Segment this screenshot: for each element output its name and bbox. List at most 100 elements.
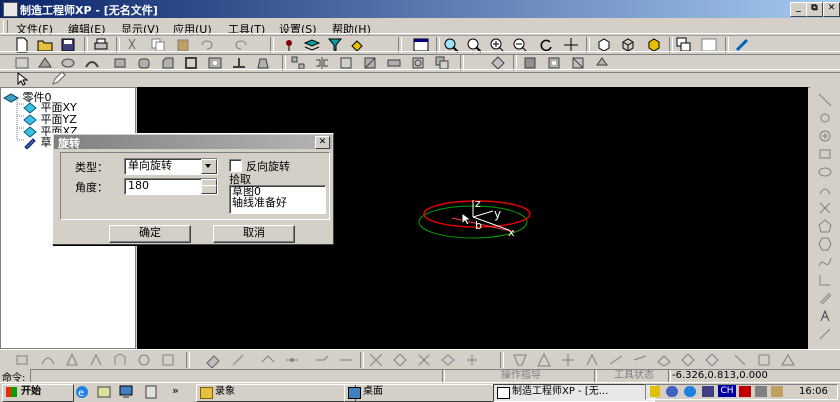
window-title: 制造工程师XP - [无名文件] [20,4,158,17]
surface-icon-2[interactable] [536,352,552,368]
start-button[interactable]: 开始 [2,384,74,402]
network-icon[interactable] [666,386,678,397]
spline-tool-icon[interactable] [818,255,832,269]
quicklaunch-chevron[interactable]: » [172,384,179,397]
transform-icon-4[interactable] [440,352,456,368]
restore-button[interactable]: ⧉ [806,2,823,17]
spin-down-icon[interactable] [201,185,217,194]
title-bar: 制造工程师XP - [无名文件] _ ⧉ ✕ [0,0,840,18]
start-label: 开始 [21,386,41,397]
task-desktop-label: 桌面 [363,386,383,397]
tray-icon-3[interactable] [771,386,783,397]
angle-input[interactable]: 180 [124,178,218,195]
surface-icon-8[interactable] [680,352,696,368]
curve-icon-7[interactable] [160,352,176,368]
chevron-down-icon[interactable] [201,159,217,174]
cross-tool-icon[interactable] [818,201,832,215]
select-arrow-icon[interactable] [14,71,30,87]
reverse-label: 反向旋转 [246,160,290,173]
eraser-icon[interactable] [205,352,221,368]
system-tray: CH 16:06 [645,384,838,400]
rect-tool-icon[interactable] [818,147,832,161]
pick-list[interactable]: 草图0 轴线准备好 [229,185,326,214]
tray-app-icon[interactable] [684,386,696,397]
type-select-value: 单向旋转 [128,159,172,172]
desktop-icon[interactable] [118,384,134,400]
menu-grip[interactable] [3,20,8,34]
y-axis-label: y [494,207,501,221]
curve-icon-3[interactable] [64,352,80,368]
curve-icon-4[interactable] [88,352,104,368]
surface-icon-10[interactable] [732,352,748,368]
ie-icon[interactable]: e [74,384,90,400]
transform-icon-1[interactable] [368,352,384,368]
line-tool-icon[interactable] [818,93,832,107]
windows-logo-icon [6,387,17,397]
language-indicator[interactable]: CH [718,385,736,397]
extend-icon[interactable] [314,352,330,368]
type-select[interactable]: 单向旋转 [124,158,218,175]
hexagon-tool-icon[interactable] [818,237,832,251]
task-recording-label: 录象 [215,386,235,397]
calc-icon[interactable] [143,384,159,400]
transform-icon-3[interactable] [416,352,432,368]
offset-tool-icon[interactable] [818,291,832,305]
svg-text:e: e [78,388,84,399]
surface-icon-6[interactable] [632,352,648,368]
text-tool-icon[interactable] [818,309,832,323]
polygon-tool-icon[interactable] [818,219,832,233]
task-caxa[interactable]: 制造工程师XP - [无... [493,384,655,402]
point-label: b [475,219,482,232]
curve-icon-5[interactable] [112,352,128,368]
cursor-icon [461,211,473,226]
curve-icon-2[interactable] [40,352,56,368]
surface-icon-12[interactable] [780,352,796,368]
surface-icon-9[interactable] [704,352,720,368]
cancel-button[interactable]: 取消 [213,225,295,243]
ellipse-tool-icon[interactable] [818,165,832,179]
folder-icon [200,387,213,399]
minimize-button[interactable]: _ [790,2,807,17]
transform-icon-2[interactable] [392,352,408,368]
trim-tool-icon[interactable] [818,273,832,287]
outlook-icon[interactable] [96,384,112,400]
surface-icon-7[interactable] [656,352,672,368]
surface-icon-11[interactable] [756,352,772,368]
pick-line-2: 轴线准备好 [232,196,287,209]
surface-icon-3[interactable] [560,352,576,368]
select-toolbar [0,69,840,88]
circle-tool-icon[interactable] [818,129,832,143]
dimension-tool-icon[interactable] [818,327,832,341]
surface-icon-5[interactable] [608,352,624,368]
app-icon[interactable] [3,2,18,17]
ok-button[interactable]: 确定 [109,225,191,243]
surface-icon-4[interactable] [584,352,600,368]
edit-curve-icon[interactable] [230,352,246,368]
curve-toolbar [0,349,840,369]
dialog-close-button[interactable]: ✕ [315,136,330,149]
transform-icon-5[interactable] [464,352,480,368]
sketch-tree-icon [24,138,36,150]
status-bar: 命令: 操作指导 工具状态 -6.326,0.813,0.000 [0,369,840,384]
curve-icon-6[interactable] [136,352,152,368]
pencil-icon[interactable] [50,71,66,87]
tree-label-sketch: 草 [40,136,52,149]
clock[interactable]: 16:06 [799,386,828,397]
close-button[interactable]: ✕ [823,2,840,17]
dialog-title-bar[interactable]: 旋转 ✕ [54,135,332,150]
join-icon[interactable] [284,352,300,368]
surface-icon-1[interactable] [512,352,528,368]
point-tool-icon[interactable] [818,111,832,125]
arc-tool-icon[interactable] [818,183,832,197]
curve-icon-1[interactable] [14,352,30,368]
bend-icon[interactable] [260,352,276,368]
speaker-icon[interactable] [650,386,660,397]
task-recording[interactable]: 录象 [196,384,356,402]
dash-icon[interactable] [338,352,354,368]
task-desktop[interactable]: 桌面 [344,384,504,402]
input-method-icon[interactable] [739,386,751,397]
task-caxa-label: 制造工程师XP - [无... [512,386,609,397]
tree-item-sketch[interactable]: 草 [23,134,52,150]
tray-monitor-icon[interactable] [702,386,714,397]
tray-icon-2[interactable] [755,386,767,397]
